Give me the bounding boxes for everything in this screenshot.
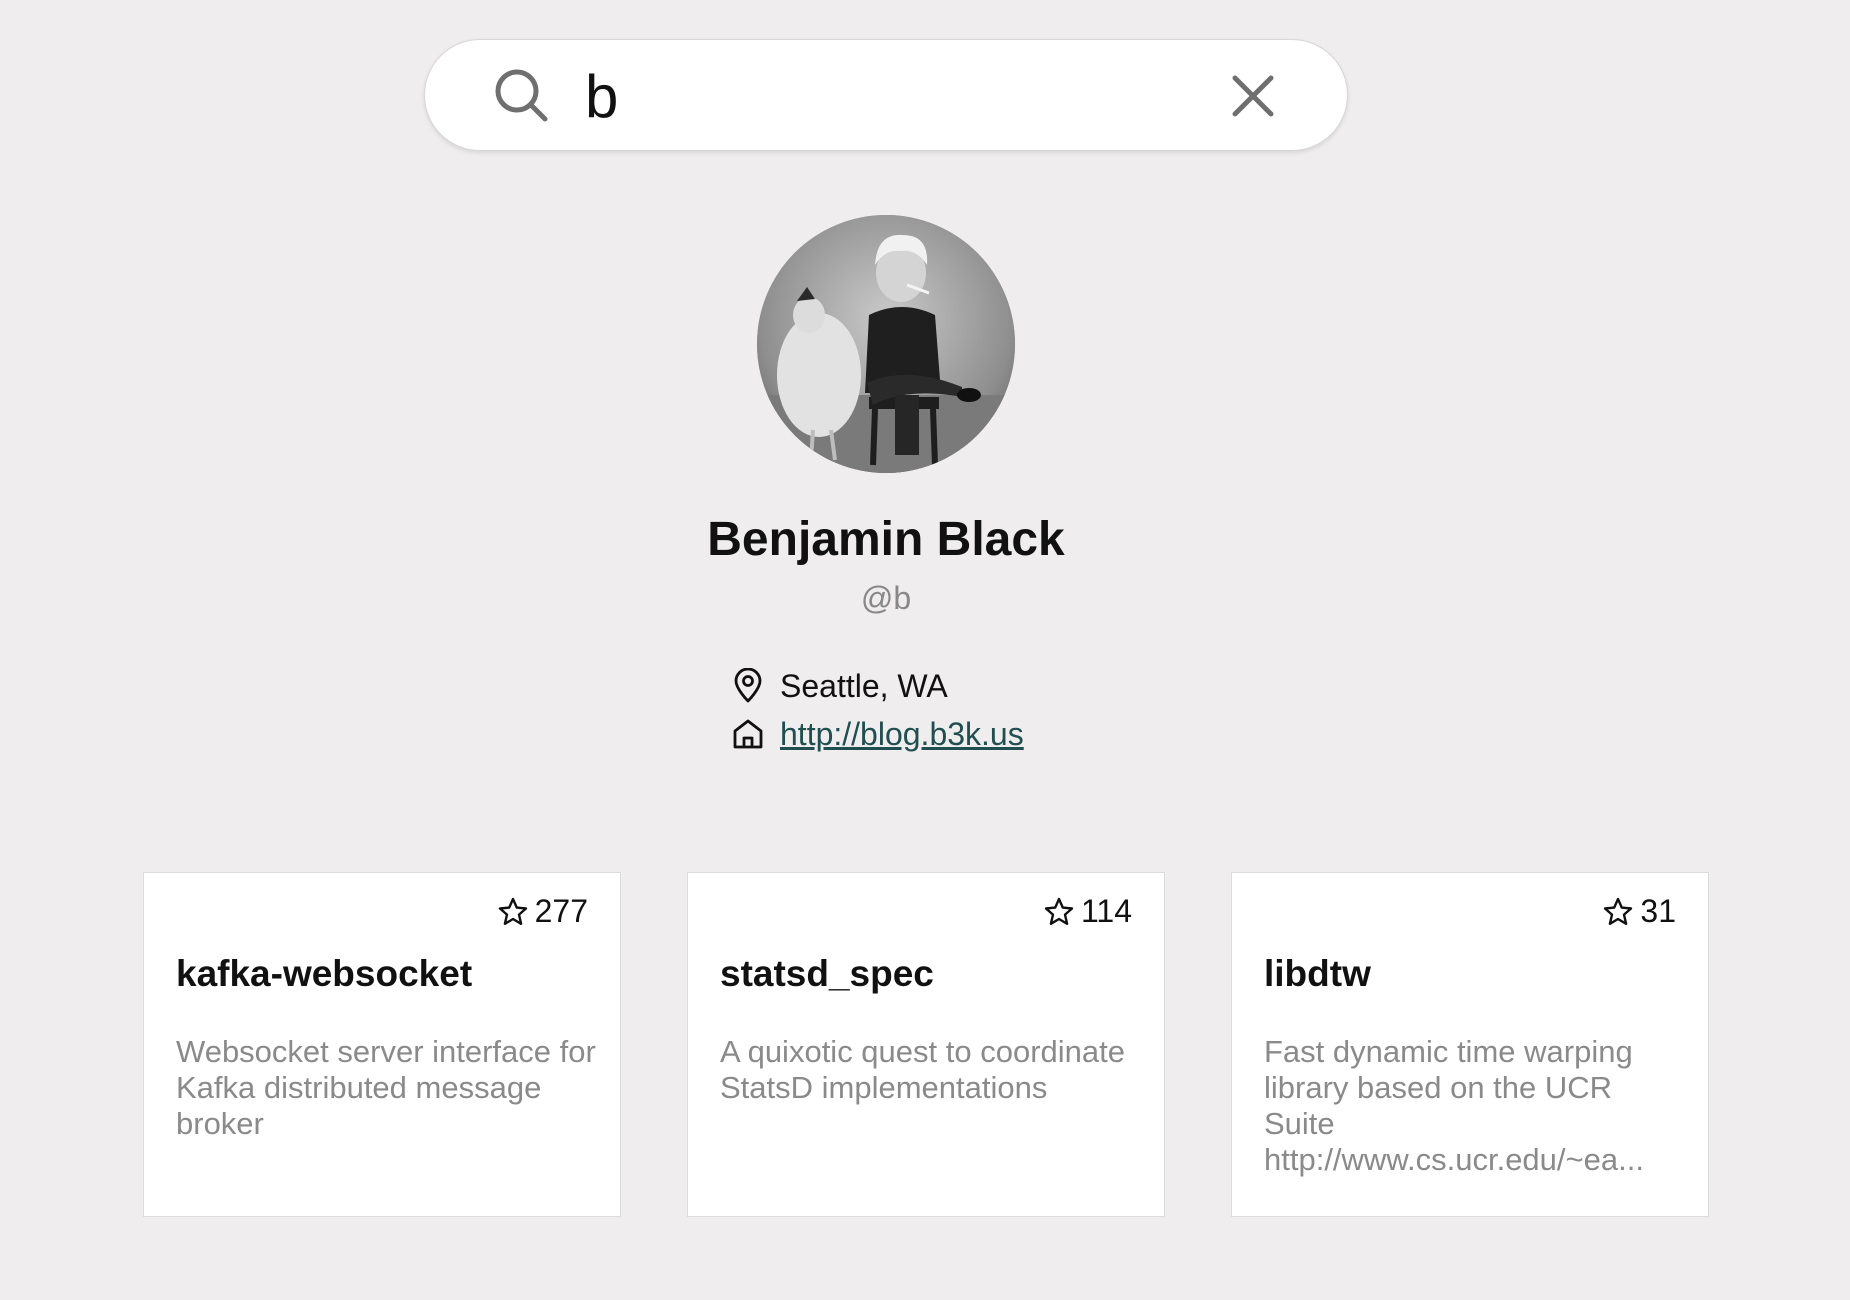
star-count: 114 [1043,893,1132,930]
star-count: 277 [497,893,588,930]
repo-description: Websocket server interface for Kafka dis… [176,1034,596,1141]
website-link[interactable]: http://blog.b3k.us [780,716,1024,753]
star-count-value: 31 [1640,893,1676,929]
repo-name: statsd_spec [720,953,934,994]
repo-name: kafka-websocket [176,953,473,994]
search-icon [493,67,549,123]
repo-card[interactable]: 277 kafka-websocket Websocket server int… [143,872,621,1217]
repo-card[interactable]: 114 statsd_spec A quixotic quest to coor… [687,872,1165,1217]
repo-name: libdtw [1264,953,1371,994]
clear-search-button[interactable] [1227,70,1279,122]
star-count-value: 114 [1080,893,1132,929]
location-text: Seattle, WA [780,667,948,704]
location-row: Seattle, WA [730,664,948,708]
star-icon [497,896,529,928]
star-count-value: 277 [534,893,588,929]
profile-name: Benjamin Black [707,513,1065,566]
repo-description: A quixotic quest to coordinate StatsD im… [720,1034,1125,1105]
avatar [757,215,1015,473]
star-icon [1043,896,1075,928]
repo-card[interactable]: 31 libdtw Fast dynamic time warping libr… [1231,872,1709,1217]
star-icon [1602,896,1634,928]
search-bar [424,39,1348,151]
repo-description: Fast dynamic time warping library based … [1264,1034,1644,1177]
close-icon [1232,75,1274,117]
profile-handle: @b [860,580,912,616]
star-count: 31 [1602,893,1676,930]
search-input[interactable] [585,60,1205,132]
home-icon [730,716,766,752]
website-row: http://blog.b3k.us [730,712,1024,756]
map-pin-icon [730,668,766,704]
